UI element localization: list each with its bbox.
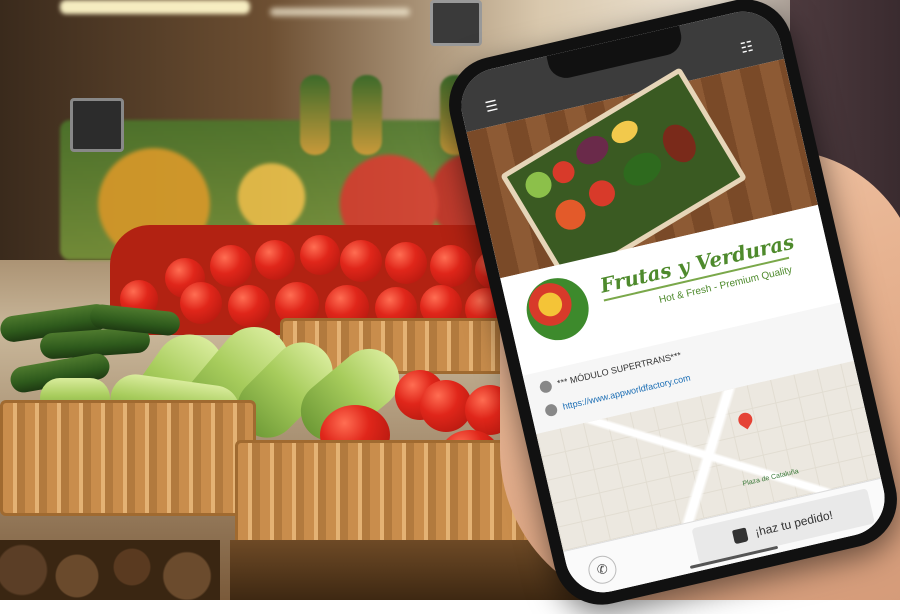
shopping-bag-icon — [732, 527, 750, 545]
tomato — [340, 240, 382, 282]
wicker-basket — [0, 400, 256, 516]
eggplant — [571, 130, 614, 171]
tomato — [255, 240, 295, 280]
hamburger-icon[interactable]: ☰ — [484, 97, 502, 115]
ceiling-light — [60, 0, 250, 14]
tomato — [210, 245, 252, 287]
tomato — [548, 157, 579, 188]
tomato — [300, 235, 340, 275]
list-icon[interactable]: ☷ — [739, 38, 757, 56]
tomato — [430, 245, 472, 287]
beet — [656, 118, 703, 169]
order-button-label: ¡haz tu pedido! — [753, 507, 835, 540]
greens — [617, 146, 668, 193]
tomato — [385, 242, 427, 284]
phone-icon: ✆ — [595, 560, 610, 578]
call-button[interactable]: ✆ — [585, 552, 620, 587]
tomato — [584, 175, 620, 212]
brand-logo — [520, 271, 595, 347]
potato-crate — [0, 540, 220, 600]
phone-body: ☰ ☷ Frutas y Verduras Hot & Fresh - Prem… — [439, 0, 900, 614]
pineapple — [352, 75, 382, 155]
ceiling-light — [270, 8, 410, 16]
orange — [549, 194, 592, 236]
pineapple — [300, 75, 330, 155]
map-pin-icon[interactable] — [735, 410, 755, 430]
map-label: Plaza de Cataluña — [742, 468, 800, 488]
pepper — [607, 116, 642, 148]
info-icon — [538, 379, 554, 394]
app-screen: ☰ ☷ Frutas y Verduras Hot & Fresh - Prem… — [453, 4, 893, 600]
price-scale — [70, 98, 124, 152]
smartphone: ☰ ☷ Frutas y Verduras Hot & Fresh - Prem… — [439, 0, 900, 614]
apple — [520, 167, 557, 203]
link-icon — [544, 402, 559, 418]
